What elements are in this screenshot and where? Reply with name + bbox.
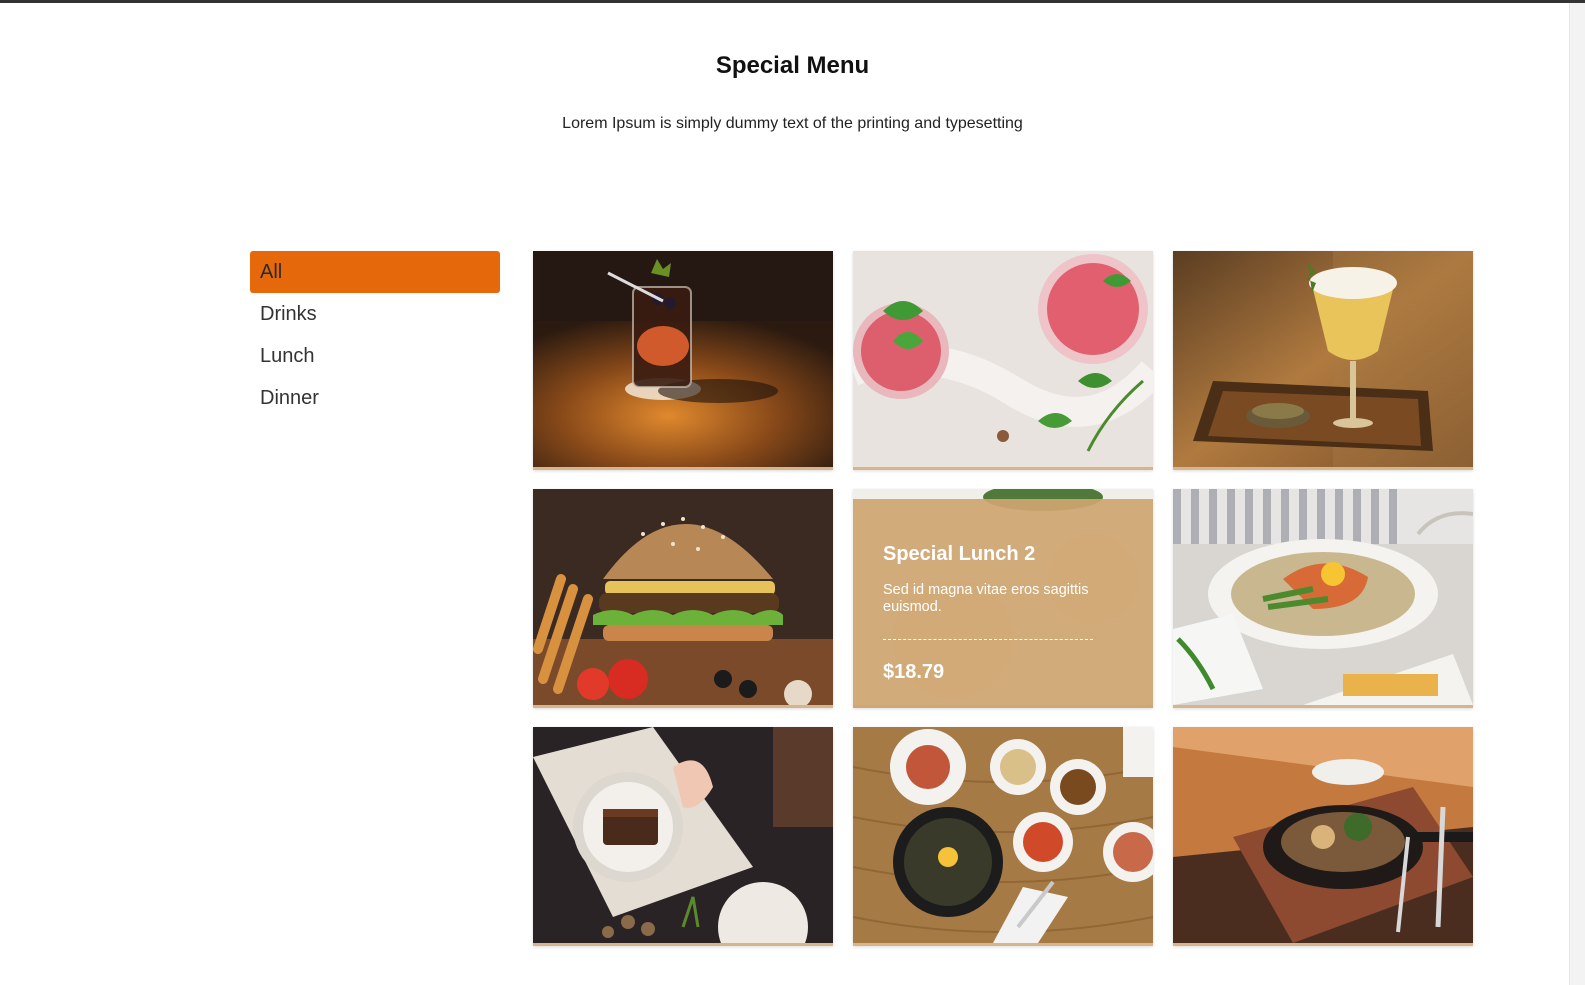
menu-card-cocktail[interactable] [533, 251, 833, 470]
menu-filter-list: All Drinks Lunch Dinner [250, 251, 500, 419]
menu-gallery: Special Lunch 2 Sed id magna vitae eros … [533, 251, 1473, 971]
item-title: Special Lunch 2 [883, 543, 1036, 565]
salmon-photo [1173, 489, 1473, 705]
dashed-divider [883, 639, 1093, 640]
cocktail-photo [533, 251, 833, 467]
item-price: $18.79 [883, 661, 945, 683]
menu-card-bibimbap[interactable] [853, 727, 1153, 946]
menu-card-foamy-drink[interactable] [1173, 251, 1473, 470]
menu-card-skillet[interactable] [1173, 727, 1473, 946]
filter-dinner[interactable]: Dinner [250, 377, 500, 419]
dessert-photo [533, 727, 833, 943]
scrollbar[interactable] [1569, 3, 1585, 985]
item-description: Sed id magna vitae eros sagittis euismod… [883, 582, 1089, 615]
skillet-photo [1173, 727, 1473, 943]
filter-all[interactable]: All [250, 251, 500, 293]
menu-card-special-lunch-2[interactable]: Special Lunch 2 Sed id magna vitae eros … [853, 489, 1153, 708]
menu-card-dessert[interactable] [533, 727, 833, 946]
bibimbap-photo [853, 727, 1153, 943]
page-subtitle: Lorem Ipsum is simply dummy text of the … [562, 115, 1023, 132]
top-border [0, 0, 1585, 3]
burger-photo [533, 489, 833, 705]
foamy-drink-photo [1173, 251, 1473, 467]
filter-drinks[interactable]: Drinks [250, 293, 500, 335]
item-hover-overlay: Special Lunch 2 Sed id magna vitae eros … [853, 499, 1153, 708]
menu-card-burger[interactable] [533, 489, 833, 708]
menu-card-pink-drinks[interactable] [853, 251, 1153, 470]
menu-card-salmon[interactable] [1173, 489, 1473, 708]
pink-drinks-photo [853, 251, 1153, 467]
filter-lunch[interactable]: Lunch [250, 335, 500, 377]
page-title: Special Menu [715, 52, 870, 79]
